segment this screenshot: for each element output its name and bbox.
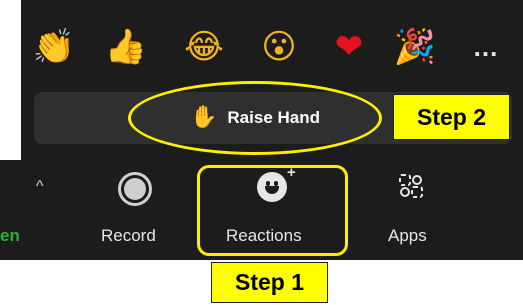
chevron-up-icon[interactable]: ^ bbox=[36, 178, 50, 195]
thumbs-up-icon[interactable]: 👍 bbox=[102, 18, 150, 76]
emoji-reaction-row: 👏 👍 😂 😮 ❤ 🎉 ... bbox=[30, 18, 510, 76]
partial-toolbar-label[interactable]: en bbox=[0, 226, 20, 246]
record-label: Record bbox=[101, 226, 156, 245]
more-reactions-button[interactable]: ... bbox=[462, 18, 510, 76]
reactions-highlight-box bbox=[197, 165, 348, 256]
raise-hand-label: Raise Hand bbox=[227, 108, 320, 127]
open-mouth-icon[interactable]: 😮 bbox=[255, 18, 303, 76]
record-button[interactable]: Record bbox=[95, 160, 175, 260]
step-2-annotation: Step 2 bbox=[393, 94, 510, 140]
apps-button[interactable]: Apps bbox=[370, 160, 450, 260]
apps-icon bbox=[399, 174, 423, 198]
apps-label: Apps bbox=[388, 226, 427, 245]
party-popper-icon[interactable]: 🎉 bbox=[391, 18, 439, 76]
tears-of-joy-icon[interactable]: 😂 bbox=[180, 18, 228, 76]
clapping-hands-icon[interactable]: 👏 bbox=[30, 18, 78, 76]
raise-hand-button[interactable]: ✋ Raise Hand bbox=[128, 81, 382, 155]
step-1-annotation: Step 1 bbox=[211, 262, 328, 303]
raised-hand-icon: ✋ bbox=[190, 105, 218, 130]
red-heart-icon[interactable]: ❤ bbox=[325, 18, 373, 76]
record-icon bbox=[118, 172, 152, 206]
